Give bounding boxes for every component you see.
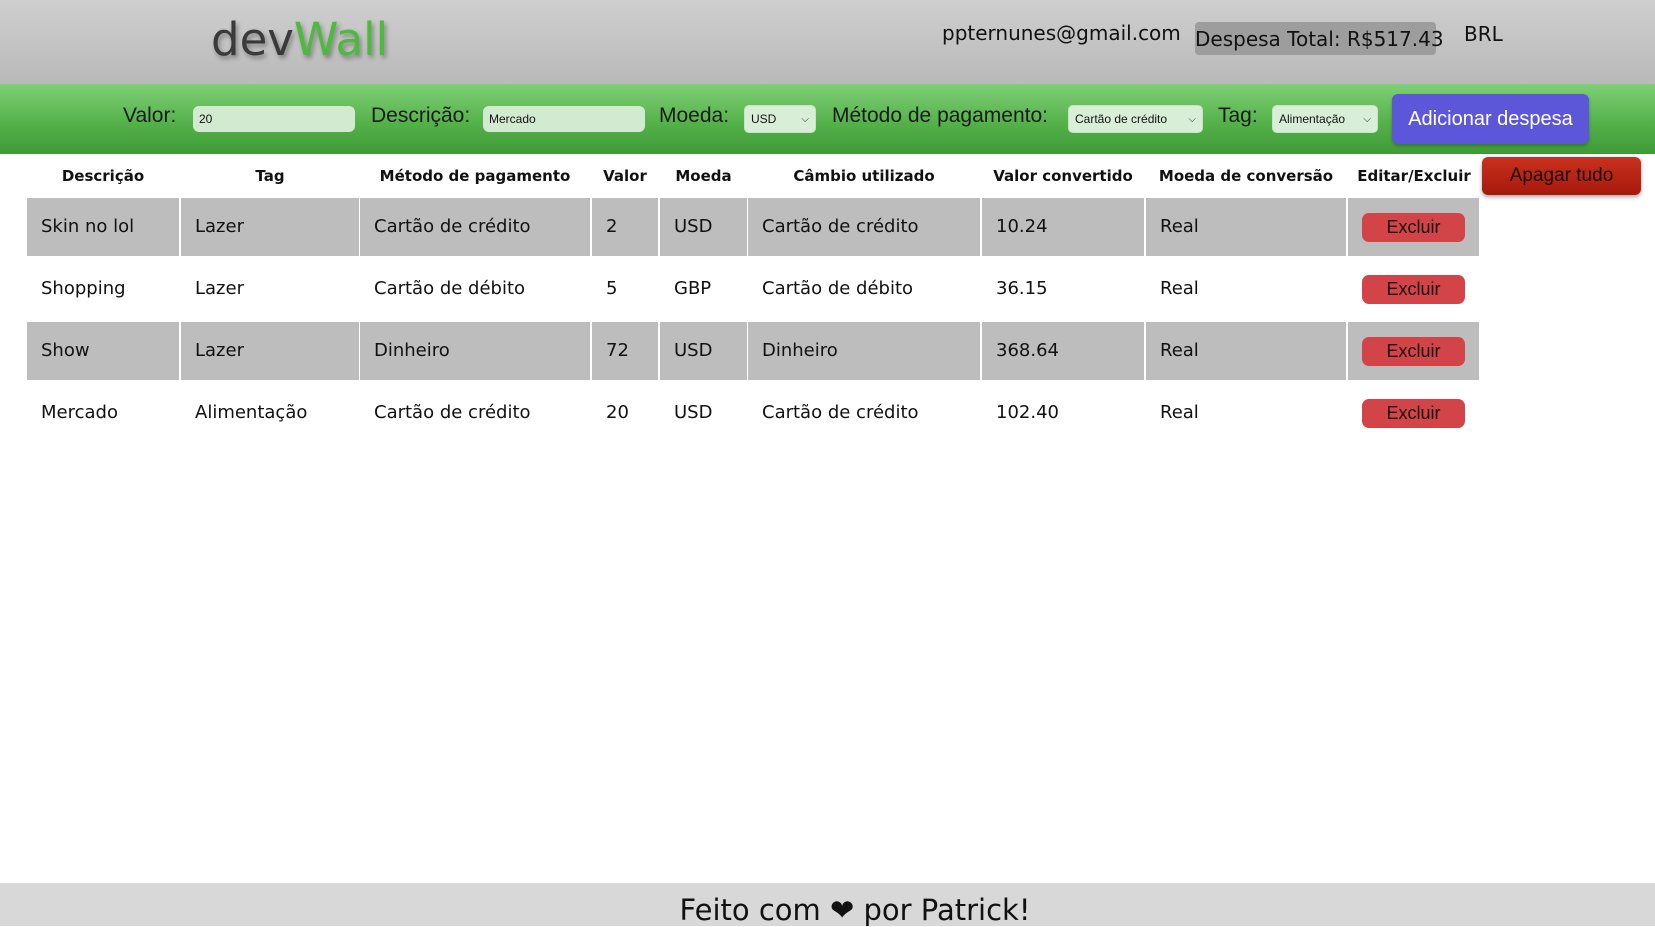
th-cambio: Câmbio utilizado: [793, 167, 935, 185]
cell-valor: 72: [592, 322, 658, 380]
chevron-down-icon: ⌵: [801, 113, 809, 125]
metodo-select-value: Cartão de crédito: [1075, 112, 1168, 126]
valor-input[interactable]: [193, 106, 355, 132]
cell-valor: 2: [592, 198, 658, 256]
cell-moeda-conversao: Real: [1146, 322, 1346, 380]
cell-cambio: Cartão de crédito: [762, 402, 919, 423]
cell-actions: Excluir: [1348, 198, 1479, 256]
cell-valor-convertido: 36.15: [996, 278, 1048, 299]
cell-moeda: USD: [674, 402, 713, 423]
cell-moeda-conversao: Real: [1160, 278, 1199, 299]
cell-metodo: Cartão de débito: [374, 278, 526, 299]
tag-label: Tag:: [1218, 104, 1258, 127]
total-expense-badge: Despesa Total: R$517.43: [1195, 22, 1444, 55]
cell-metodo: Cartão de crédito: [374, 402, 531, 423]
cell-cambio: Cartão de crédito: [748, 198, 980, 256]
cell-cambio: Cartão de débito: [762, 278, 914, 299]
top-header: devWall ppternunes@gmail.com Despesa Tot…: [0, 0, 1655, 84]
moeda-select-value: USD: [751, 112, 777, 126]
cell-tag: Lazer: [181, 198, 359, 256]
app-logo: devWall: [211, 14, 388, 66]
logo-dev-text: dev: [211, 13, 294, 66]
cell-actions: Excluir: [1348, 384, 1479, 442]
add-expense-button[interactable]: Adicionar despesa: [1392, 94, 1589, 144]
metodo-label: Método de pagamento:: [832, 104, 1048, 127]
table-row: Shopping Lazer Cartão de débito 5 GBP Ca…: [27, 260, 1479, 318]
cell-valor: 5: [606, 278, 618, 299]
cell-tag: Lazer: [195, 278, 244, 299]
delete-button[interactable]: Excluir: [1362, 275, 1465, 304]
cell-valor-convertido: 368.64: [982, 322, 1144, 380]
th-valor: Valor: [603, 167, 647, 185]
table-row: Show Lazer Dinheiro 72 USD Dinheiro 368.…: [27, 322, 1479, 380]
expense-form-bar: Valor: Descrição: Moeda: USD ⌵ Método de…: [0, 84, 1655, 154]
chevron-down-icon: ⌵: [1363, 113, 1371, 125]
moeda-label: Moeda:: [659, 104, 730, 127]
table-row: Mercado Alimentação Cartão de crédito 20…: [27, 384, 1479, 442]
clear-all-button[interactable]: Apagar tudo: [1482, 157, 1641, 195]
chevron-down-icon: ⌵: [1188, 113, 1196, 125]
th-valor-convertido: Valor convertido: [993, 167, 1133, 185]
logo-wall-text: Wall: [293, 13, 389, 66]
metodo-select[interactable]: Cartão de crédito ⌵: [1068, 105, 1203, 133]
tag-select[interactable]: Alimentação ⌵: [1272, 105, 1378, 133]
delete-button[interactable]: Excluir: [1362, 337, 1465, 366]
delete-button[interactable]: Excluir: [1362, 213, 1465, 242]
user-email: ppternunes@gmail.com: [942, 21, 1181, 45]
cell-moeda: USD: [660, 322, 747, 380]
table-row: Skin no lol Lazer Cartão de crédito 2 US…: [27, 198, 1479, 256]
cell-descricao: Mercado: [41, 402, 118, 423]
cell-metodo: Dinheiro: [360, 322, 590, 380]
cell-valor-convertido: 102.40: [996, 402, 1059, 423]
th-moeda: Moeda: [675, 167, 732, 185]
tag-select-value: Alimentação: [1279, 112, 1346, 126]
th-editar-excluir: Editar/Excluir: [1357, 167, 1471, 185]
page-footer: Feito com ❤ por Patrick!: [0, 883, 1655, 927]
cell-moeda: GBP: [674, 278, 712, 299]
th-tag: Tag: [255, 167, 285, 185]
cell-actions: Excluir: [1348, 322, 1479, 380]
footer-credit: Feito com ❤ por Patrick!: [679, 893, 1031, 927]
cell-descricao: Shopping: [41, 278, 126, 299]
cell-tag: Lazer: [181, 322, 359, 380]
cell-metodo: Cartão de crédito: [360, 198, 590, 256]
cell-moeda: USD: [660, 198, 747, 256]
cell-cambio: Dinheiro: [748, 322, 980, 380]
valor-label: Valor:: [123, 104, 177, 127]
cell-tag: Alimentação: [195, 402, 308, 423]
delete-button[interactable]: Excluir: [1362, 399, 1465, 428]
th-metodo: Método de pagamento: [379, 167, 571, 185]
moeda-select[interactable]: USD ⌵: [744, 105, 816, 133]
cell-valor: 20: [606, 402, 629, 423]
cell-moeda-conversao: Real: [1160, 402, 1199, 423]
descricao-label: Descrição:: [371, 104, 471, 127]
currency-code: BRL: [1464, 22, 1503, 46]
cell-descricao: Skin no lol: [27, 198, 179, 256]
cell-actions: Excluir: [1348, 260, 1479, 318]
descricao-input[interactable]: [483, 106, 645, 132]
th-descricao: Descrição: [61, 167, 145, 185]
cell-moeda-conversao: Real: [1146, 198, 1346, 256]
th-moeda-conversao: Moeda de conversão: [1158, 167, 1334, 185]
cell-valor-convertido: 10.24: [982, 198, 1144, 256]
cell-descricao: Show: [27, 322, 179, 380]
